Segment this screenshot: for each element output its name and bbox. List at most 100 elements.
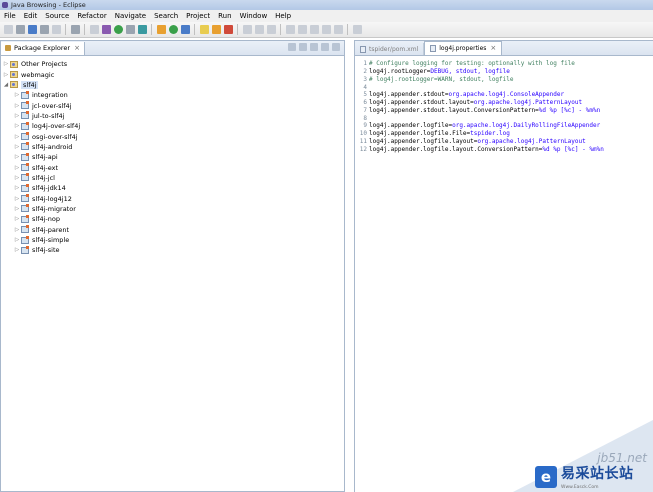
tab-package-explorer[interactable]: Package Explorer × bbox=[1, 41, 85, 55]
collapsed-arrow-icon[interactable]: ▷ bbox=[14, 237, 20, 243]
collapsed-arrow-icon[interactable]: ▷ bbox=[3, 61, 9, 67]
project-tree: ▷ Other Projects ▷ webmagic ◢ slf4j ▷ integrati… bbox=[1, 56, 344, 256]
tree-item-label: slf4j-parent bbox=[32, 225, 70, 234]
minimize-icon[interactable] bbox=[321, 43, 329, 51]
tree-item[interactable]: ▷ slf4j-android bbox=[1, 142, 344, 152]
editor-tabbar: tspider/pom.xml log4j.properties × bbox=[355, 40, 653, 56]
close-icon[interactable]: × bbox=[490, 45, 496, 52]
toolbar-separator bbox=[280, 24, 281, 35]
collapsed-arrow-icon[interactable]: ▷ bbox=[14, 144, 20, 150]
collapsed-arrow-icon[interactable]: ▷ bbox=[14, 103, 20, 109]
block-selection-icon[interactable] bbox=[266, 25, 276, 34]
code-editor[interactable]: 1 # Configure logging for testing: option… bbox=[355, 56, 653, 153]
tree-item[interactable]: ▷ jcl-over-slf4j bbox=[1, 100, 344, 110]
tree-item[interactable]: ▷ slf4j-api bbox=[1, 152, 344, 162]
tree-item[interactable]: ▷ jul-to-slf4j bbox=[1, 111, 344, 121]
menu-search[interactable]: Search bbox=[150, 12, 182, 20]
editor-tab-label: tspider/pom.xml bbox=[369, 45, 419, 53]
tree-item[interactable]: ▷ osgi-over-slf4j bbox=[1, 131, 344, 141]
menu-refactor[interactable]: Refactor bbox=[73, 12, 110, 20]
new-class-icon[interactable] bbox=[180, 25, 190, 34]
menu-file[interactable]: File bbox=[0, 12, 20, 20]
toolbar-separator bbox=[151, 24, 152, 35]
open-task-icon[interactable] bbox=[211, 25, 221, 34]
dropdown-icon[interactable] bbox=[15, 25, 25, 34]
tree-item-label: slf4j-jdk14 bbox=[32, 184, 66, 193]
open-type-icon[interactable] bbox=[199, 25, 209, 34]
previous-annotation-icon[interactable] bbox=[297, 25, 307, 34]
tree-item-label: slf4j-nop bbox=[32, 215, 60, 224]
search-icon[interactable] bbox=[223, 25, 233, 34]
properties-file-icon bbox=[430, 45, 437, 52]
tree-item[interactable]: ▷ slf4j-simple bbox=[1, 235, 344, 245]
back-icon[interactable] bbox=[321, 25, 331, 34]
collapsed-arrow-icon[interactable]: ▷ bbox=[14, 247, 20, 253]
editor-tab-pom-xml[interactable]: tspider/pom.xml bbox=[355, 43, 425, 55]
menu-run[interactable]: Run bbox=[214, 12, 235, 20]
collapsed-arrow-icon[interactable]: ▷ bbox=[14, 123, 20, 129]
tree-item[interactable]: ▷ Other Projects bbox=[1, 59, 344, 69]
link-with-editor-icon[interactable] bbox=[299, 43, 307, 51]
tree-item[interactable]: ▷ log4j-over-slf4j bbox=[1, 121, 344, 131]
editor-tab-log4j-properties[interactable]: log4j.properties × bbox=[424, 41, 503, 55]
tree-item[interactable]: ▷ slf4j-jdk14 bbox=[1, 183, 344, 193]
maven-project-icon bbox=[21, 194, 29, 203]
tree-item[interactable]: ▷ slf4j-site bbox=[1, 245, 344, 255]
collapsed-arrow-icon[interactable]: ▷ bbox=[14, 196, 20, 202]
collapsed-arrow-icon[interactable]: ▷ bbox=[14, 154, 20, 160]
tree-item[interactable]: ▷ slf4j-migrator bbox=[1, 204, 344, 214]
collapsed-arrow-icon[interactable]: ▷ bbox=[14, 113, 20, 119]
expanded-arrow-icon[interactable]: ◢ bbox=[3, 82, 9, 88]
skip-breakpoints-icon[interactable] bbox=[70, 25, 80, 34]
tree-item[interactable]: ▷ slf4j-parent bbox=[1, 225, 344, 235]
maximize-icon[interactable] bbox=[332, 43, 340, 51]
collapsed-arrow-icon[interactable]: ▷ bbox=[14, 185, 20, 191]
collapsed-arrow-icon[interactable]: ▷ bbox=[14, 206, 20, 212]
menu-project[interactable]: Project bbox=[182, 12, 214, 20]
tree-item-label: osgi-over-slf4j bbox=[32, 132, 78, 141]
last-edit-icon[interactable] bbox=[309, 25, 319, 34]
print-icon[interactable] bbox=[51, 25, 61, 34]
new-java-project-icon[interactable] bbox=[156, 25, 166, 34]
new-package-icon[interactable] bbox=[168, 25, 178, 34]
menu-help[interactable]: Help bbox=[271, 12, 295, 20]
tree-item[interactable]: ▷ slf4j-jcl bbox=[1, 173, 344, 183]
collapsed-arrow-icon[interactable]: ▷ bbox=[14, 227, 20, 233]
collapsed-arrow-icon[interactable]: ▷ bbox=[14, 165, 20, 171]
next-annotation-icon[interactable] bbox=[285, 25, 295, 34]
menu-edit[interactable]: Edit bbox=[20, 12, 42, 20]
toggle-mark-icon[interactable] bbox=[242, 25, 252, 34]
debug-icon[interactable] bbox=[101, 25, 111, 34]
show-whitespace-icon[interactable] bbox=[254, 25, 264, 34]
collapsed-arrow-icon[interactable]: ▷ bbox=[14, 216, 20, 222]
forward-icon[interactable] bbox=[333, 25, 343, 34]
external-tools-icon[interactable] bbox=[137, 25, 147, 34]
menu-window[interactable]: Window bbox=[236, 12, 272, 20]
collapsed-arrow-icon[interactable]: ▷ bbox=[14, 92, 20, 98]
tree-item[interactable]: ▷ integration bbox=[1, 90, 344, 100]
collapsed-arrow-icon[interactable]: ▷ bbox=[3, 72, 9, 78]
menu-source[interactable]: Source bbox=[41, 12, 73, 20]
save-all-icon[interactable] bbox=[39, 25, 49, 34]
package-explorer-tabbar: Package Explorer × bbox=[1, 40, 344, 56]
tree-item[interactable]: ▷ slf4j-ext bbox=[1, 162, 344, 172]
pin-editor-icon[interactable] bbox=[352, 25, 362, 34]
collapsed-arrow-icon[interactable]: ▷ bbox=[14, 175, 20, 181]
save-icon[interactable] bbox=[27, 25, 37, 34]
collapsed-arrow-icon[interactable]: ▷ bbox=[14, 134, 20, 140]
maven-project-icon bbox=[21, 214, 29, 223]
tree-item[interactable]: ▷ slf4j-log4j12 bbox=[1, 193, 344, 203]
code-comment: # log4j.rootLogger=WARN, stdout, logfile bbox=[369, 75, 514, 83]
property-key: log4j.appender.logfile= bbox=[369, 122, 453, 130]
toggle-icon[interactable] bbox=[89, 25, 99, 34]
view-menu-icon[interactable] bbox=[310, 43, 318, 51]
tree-item[interactable]: ▷ slf4j-nop bbox=[1, 214, 344, 224]
tree-item[interactable]: ▷ webmagic bbox=[1, 69, 344, 79]
run-icon[interactable] bbox=[113, 25, 123, 34]
close-icon[interactable]: × bbox=[74, 44, 80, 52]
run-dropdown-icon[interactable] bbox=[125, 25, 135, 34]
menu-navigate[interactable]: Navigate bbox=[111, 12, 150, 20]
tree-item[interactable]: ◢ slf4j bbox=[1, 80, 344, 90]
new-icon[interactable] bbox=[3, 25, 13, 34]
collapse-all-icon[interactable] bbox=[288, 43, 296, 51]
